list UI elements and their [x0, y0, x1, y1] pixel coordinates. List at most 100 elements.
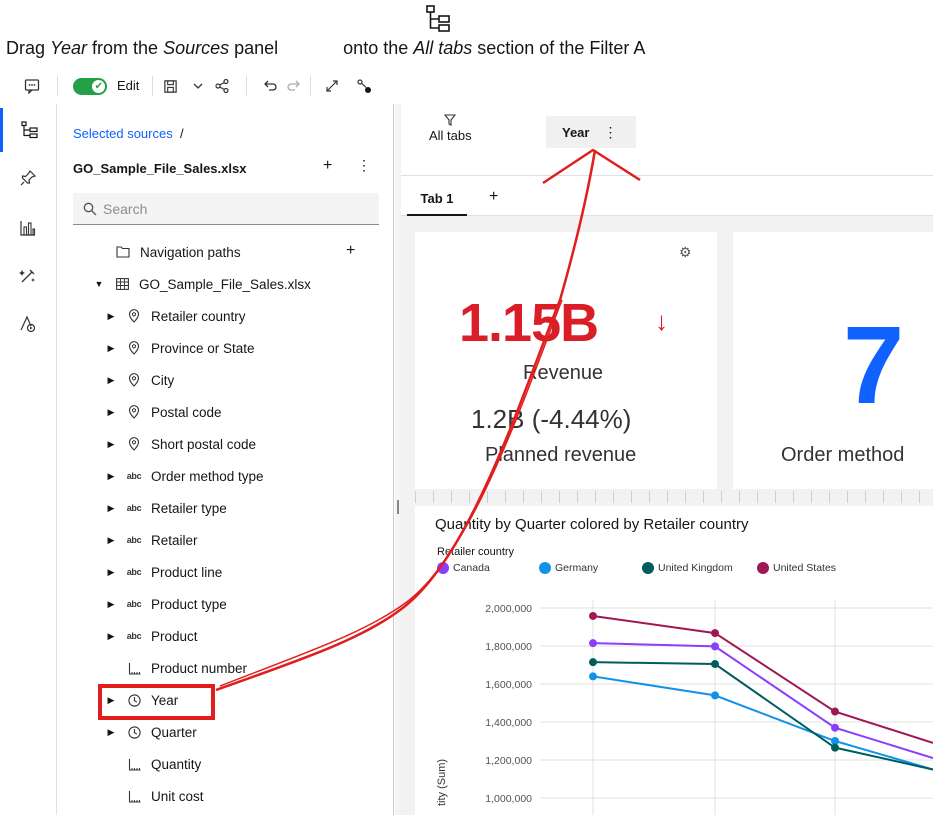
all-tabs-filter[interactable]: All tabs: [429, 114, 472, 143]
line-chart-card[interactable]: 2,000,000 1,800,000 1,600,000 1,400,000 1,20…: [415, 506, 933, 815]
series-line[interactable]: [592, 642, 933, 760]
revenue-kpi-card[interactable]: ⚙ 1.15B ↓ Revenue 1.2B (-4.44%) Planned …: [415, 232, 717, 489]
source-item-label: Product line: [151, 564, 223, 580]
data-point[interactable]: [589, 672, 597, 681]
caret-right-icon[interactable]: ▶: [105, 471, 117, 482]
source-item-postal-code[interactable]: ▶ Postal code: [105, 400, 222, 424]
caret-right-icon[interactable]: ▶: [105, 599, 117, 610]
caret-right-icon[interactable]: ▶: [105, 631, 117, 642]
source-item-label: Quantity: [151, 756, 202, 772]
file-node[interactable]: ▼ GO_Sample_File_Sales.xlsx: [93, 272, 311, 296]
expand-icon[interactable]: [320, 74, 344, 98]
filter-icon: [444, 114, 457, 126]
navigation-paths-item[interactable]: Navigation paths: [116, 240, 241, 264]
caret-right-icon[interactable]: ▶: [105, 439, 117, 450]
source-item-label: Product type: [151, 596, 227, 612]
text-icon: abc: [126, 631, 142, 641]
source-item-short-postal-code[interactable]: ▶ Short postal code: [105, 432, 257, 456]
settings-icon[interactable]: ⚙: [679, 244, 692, 261]
caret-right-icon[interactable]: ▶: [105, 311, 117, 322]
kpi-label: Revenue: [523, 362, 604, 384]
folder-icon: [116, 245, 130, 259]
save-icon[interactable]: [158, 74, 182, 98]
data-point[interactable]: [589, 639, 597, 648]
share-icon[interactable]: [210, 74, 234, 98]
source-item-unit-cost[interactable]: Unit cost: [105, 784, 204, 808]
redo-icon[interactable]: [282, 74, 306, 98]
source-item-product-line[interactable]: ▶ abc Product line: [105, 560, 223, 584]
y-tick-label: 2,000,000: [485, 603, 532, 615]
source-item-province-or-state[interactable]: ▶ Province or State: [105, 336, 255, 360]
y-tick-label: 1,400,000: [485, 717, 532, 729]
source-item-label: Postal code: [151, 404, 222, 420]
source-item-product-type[interactable]: ▶ abc Product type: [105, 592, 227, 616]
source-item-label: Product: [151, 628, 198, 644]
source-item-label: Quarter: [151, 724, 197, 740]
undo-icon[interactable]: [258, 74, 282, 98]
navigation-icon[interactable]: [0, 302, 56, 346]
comment-icon[interactable]: [20, 74, 44, 98]
location-icon: [127, 309, 141, 323]
tour-icon[interactable]: [352, 74, 376, 98]
caret-right-icon[interactable]: ▶: [105, 375, 117, 386]
source-item-quarter[interactable]: ▶ Quarter: [105, 720, 197, 744]
order-method-kpi-card[interactable]: 7 Order method: [733, 232, 933, 489]
data-point[interactable]: [831, 707, 839, 716]
caret-right-icon[interactable]: ▶: [105, 343, 117, 354]
pin-icon[interactable]: [0, 156, 56, 200]
data-point[interactable]: [711, 660, 719, 669]
add-navigation-path-icon[interactable]: +: [346, 242, 355, 260]
source-item-retailer[interactable]: ▶ abc Retailer: [105, 528, 198, 552]
location-icon: [127, 341, 141, 355]
assistant-icon[interactable]: [0, 254, 56, 298]
overflow-menu-icon[interactable]: ⋮: [603, 124, 617, 141]
source-item-retailer-country[interactable]: ▶ Retailer country: [105, 304, 246, 328]
series-line[interactable]: [592, 675, 933, 771]
caret-down-icon[interactable]: ▼: [93, 279, 105, 289]
source-item-quantity[interactable]: Quantity: [105, 752, 201, 776]
source-item-city[interactable]: ▶ City: [105, 368, 175, 392]
overflow-menu-icon[interactable]: ⋮: [357, 157, 371, 174]
grid-ruler: [415, 491, 933, 503]
text-icon: abc: [126, 503, 142, 513]
add-tab-button[interactable]: +: [489, 188, 498, 206]
visualizations-icon[interactable]: [0, 206, 56, 250]
data-point[interactable]: [711, 642, 719, 651]
chevron-down-icon[interactable]: [186, 74, 210, 98]
source-item-product[interactable]: ▶ abc Product: [105, 624, 198, 648]
measure-icon: [127, 789, 141, 803]
year-filter-chip[interactable]: Year ⋮: [546, 116, 636, 148]
edit-toggle[interactable]: ✔: [73, 78, 107, 95]
breadcrumb[interactable]: Selected sources /: [73, 126, 184, 141]
caret-right-icon[interactable]: ▶: [105, 535, 117, 546]
y-tick-label: 1,800,000: [485, 641, 532, 653]
caret-right-icon[interactable]: ▶: [105, 503, 117, 514]
source-item-label: Short postal code: [151, 436, 257, 452]
data-point[interactable]: [831, 743, 839, 752]
source-item-retailer-type[interactable]: ▶ abc Retailer type: [105, 496, 227, 520]
legend-item[interactable]: United Kingdom: [642, 562, 757, 574]
tab-1[interactable]: Tab 1: [407, 182, 467, 216]
caret-right-icon[interactable]: ▶: [105, 407, 117, 418]
source-item-label: Product number: [151, 660, 248, 676]
caret-right-icon[interactable]: ▶: [105, 567, 117, 578]
legend-item[interactable]: Germany: [539, 562, 642, 574]
instruction-text: Drag Year from the Sources panel onto th…: [6, 38, 646, 58]
legend-item[interactable]: United States: [757, 562, 847, 574]
source-item-order-method-type[interactable]: ▶ abc Order method type: [105, 464, 264, 488]
search-input[interactable]: Search: [73, 193, 379, 225]
legend-item[interactable]: Canada: [437, 562, 539, 574]
filter-area: All tabs Year ⋮: [401, 104, 933, 176]
data-point[interactable]: [589, 658, 597, 667]
data-point[interactable]: [711, 629, 719, 638]
legend-swatch: [642, 562, 654, 574]
data-point[interactable]: [589, 611, 597, 620]
source-item-product-number[interactable]: Product number: [105, 656, 247, 680]
data-point[interactable]: [711, 691, 719, 700]
source-item-label: Unit cost: [151, 788, 204, 804]
caret-right-icon[interactable]: ▶: [105, 727, 117, 738]
data-point[interactable]: [831, 723, 839, 732]
add-source-icon[interactable]: +: [323, 157, 332, 175]
sources-rail-icon[interactable]: [0, 108, 56, 152]
measure-icon: [127, 757, 141, 771]
